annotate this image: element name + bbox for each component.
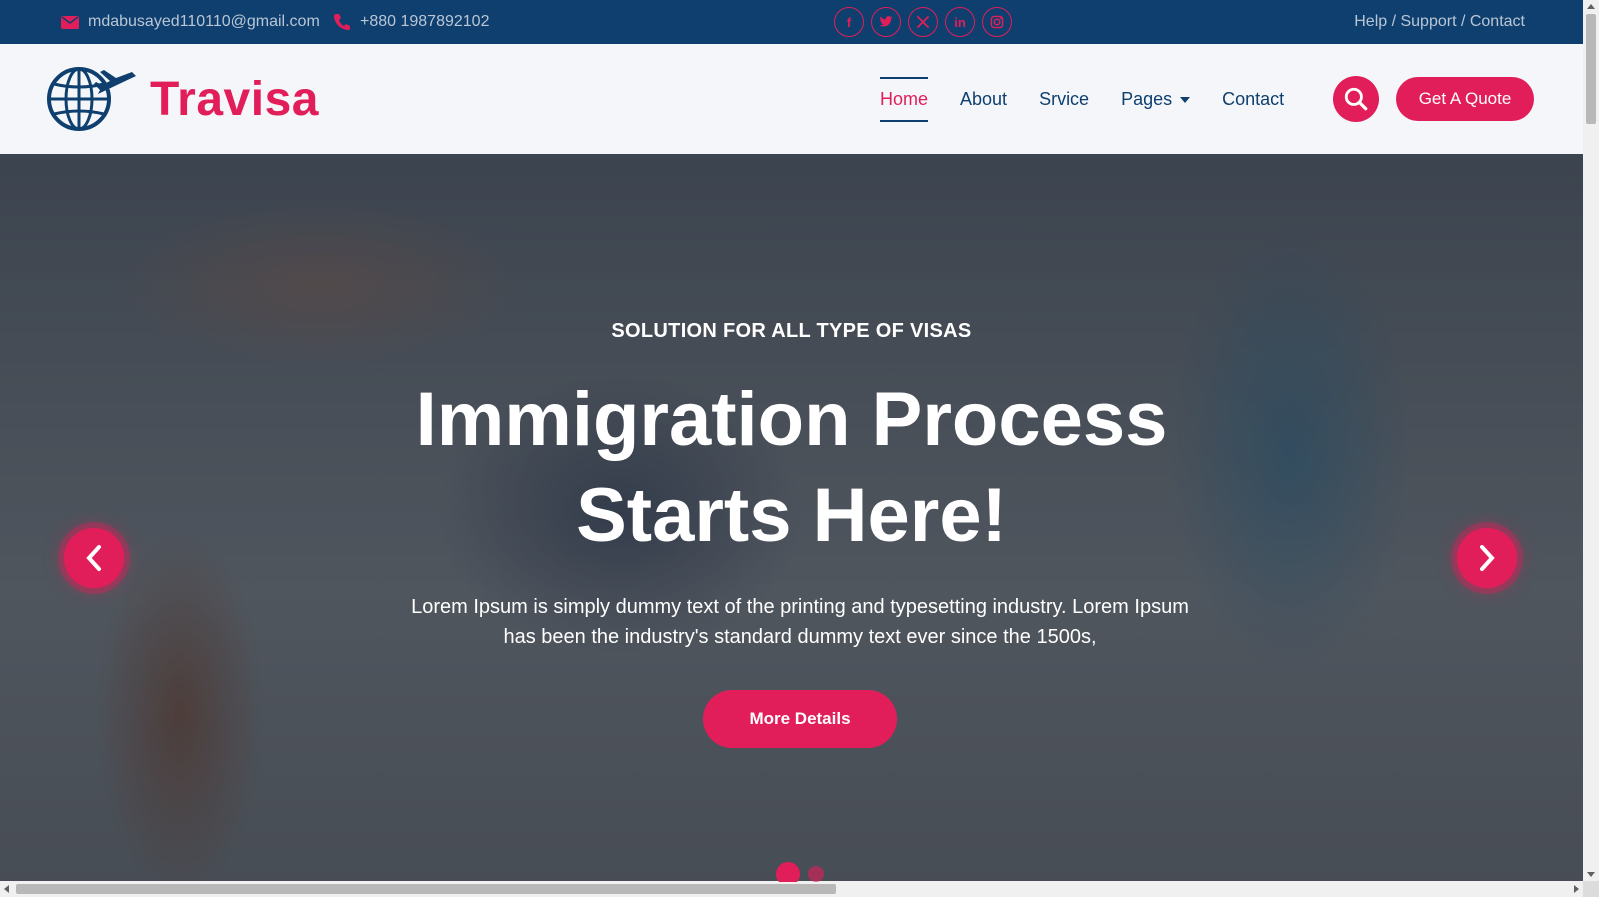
phone-icon: [334, 14, 350, 30]
nav-item-service[interactable]: Srvice: [1039, 79, 1089, 120]
carousel-dot-2[interactable]: [808, 866, 824, 882]
scroll-left-arrow-icon[interactable]: [4, 885, 9, 893]
carousel-prev-button[interactable]: [64, 528, 124, 588]
brand-name: Travisa: [150, 72, 319, 126]
nav-item-about[interactable]: About: [960, 79, 1007, 120]
horizontal-scrollbar[interactable]: [0, 881, 1583, 897]
nav-item-pages-label: Pages: [1121, 88, 1173, 109]
vertical-scrollbar[interactable]: [1583, 0, 1599, 881]
phone-contact[interactable]: +880 1987892102: [332, 0, 489, 44]
top-bar: mdabusayed110110@gmail.com +880 19878921…: [0, 0, 1583, 44]
chevron-right-icon: [1480, 545, 1495, 571]
vertical-scroll-thumb[interactable]: [1586, 14, 1596, 124]
horizontal-scroll-thumb[interactable]: [16, 884, 836, 894]
hero-title-line-1: Immigration Process: [415, 377, 1168, 462]
twitter-icon[interactable]: [871, 7, 901, 37]
search-icon: [1344, 87, 1368, 111]
nav-item-contact[interactable]: Contact: [1222, 79, 1284, 120]
globe-plane-icon: [47, 67, 136, 131]
instagram-icon[interactable]: [982, 7, 1012, 37]
hero-title-line-2: Starts Here!: [576, 473, 1007, 558]
search-button[interactable]: [1333, 76, 1379, 122]
more-details-button[interactable]: More Details: [703, 690, 897, 748]
brand-logo[interactable]: Travisa: [46, 64, 319, 134]
scroll-down-arrow-icon[interactable]: [1587, 872, 1595, 877]
carousel-dot-1[interactable]: [776, 862, 800, 882]
hero-carousel: SOLUTION FOR ALL TYPE OF VISAS Immigrati…: [0, 154, 1583, 882]
linkedin-icon[interactable]: in: [945, 7, 975, 37]
hero-description: Lorem Ipsum is simply dummy text of the …: [411, 596, 1189, 648]
hero-title: Immigration Process Starts Here!: [0, 372, 1583, 564]
nav-menu: Home About Srvice Pages Contact: [880, 44, 1316, 154]
scroll-right-arrow-icon[interactable]: [1574, 885, 1579, 893]
social-links: f in: [834, 7, 1012, 37]
email-contact[interactable]: mdabusayed110110@gmail.com: [60, 0, 320, 44]
x-icon[interactable]: [908, 7, 938, 37]
nav-item-pages[interactable]: Pages: [1121, 79, 1191, 120]
nav-item-home[interactable]: Home: [880, 76, 929, 122]
facebook-icon[interactable]: f: [834, 7, 864, 37]
email-text: mdabusayed110110@gmail.com: [88, 13, 320, 30]
mail-icon: [61, 16, 79, 29]
scroll-up-arrow-icon[interactable]: [1587, 4, 1595, 9]
main-navbar: Travisa Home About Srvice Pages Contact …: [0, 44, 1583, 154]
help-support-contact-links[interactable]: Help / Support / Contact: [1354, 0, 1525, 44]
hero-subtitle: SOLUTION FOR ALL TYPE OF VISAS: [611, 320, 972, 342]
carousel-next-button[interactable]: [1457, 528, 1517, 588]
chevron-left-icon: [86, 545, 101, 571]
get-a-quote-button[interactable]: Get A Quote: [1396, 77, 1534, 121]
scrollbar-corner: [1583, 881, 1599, 897]
phone-text: +880 1987892102: [360, 13, 490, 30]
carousel-indicators: [776, 862, 824, 882]
chevron-down-icon: [1180, 96, 1191, 103]
